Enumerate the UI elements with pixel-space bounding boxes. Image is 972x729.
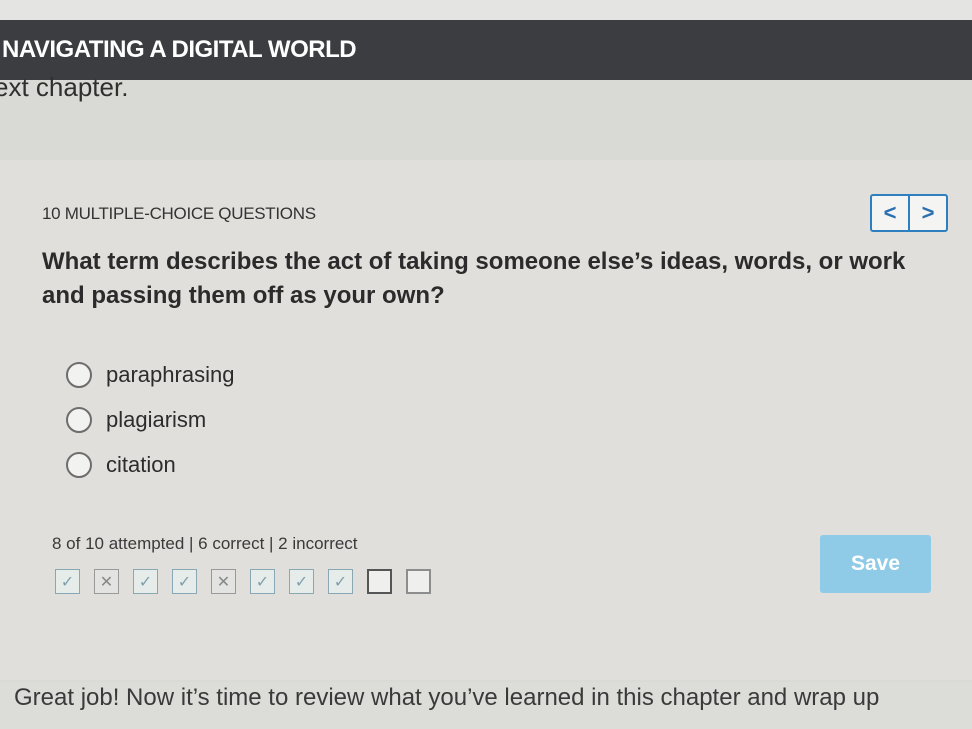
footer-message: Great job! Now it’s time to review what … bbox=[14, 684, 880, 711]
radio-button[interactable] bbox=[66, 361, 92, 388]
chevron-left-icon: < bbox=[883, 200, 897, 225]
top-strip bbox=[0, 0, 972, 22]
progress-box-correct[interactable]: ✓ bbox=[289, 569, 314, 594]
option-plagiarism[interactable]: plagiarism bbox=[66, 397, 234, 442]
chapter-title: NAVIGATING A DIGITAL WORLD bbox=[2, 36, 357, 63]
progress-box-correct[interactable]: ✓ bbox=[172, 569, 197, 594]
progress-box-incorrect[interactable]: ✕ bbox=[94, 569, 119, 594]
radio-button[interactable] bbox=[66, 451, 92, 478]
option-paraphrasing[interactable]: paraphrasing bbox=[66, 352, 234, 397]
question-text: What term describes the act of taking so… bbox=[42, 248, 906, 309]
option-label: paraphrasing bbox=[106, 361, 235, 387]
progress-box-correct[interactable]: ✓ bbox=[133, 569, 158, 594]
radio-button[interactable] bbox=[66, 406, 92, 433]
progress-tracker: ✓ ✕ ✓ ✓ ✕ ✓ ✓ ✓ bbox=[55, 569, 431, 594]
progress-box-correct[interactable]: ✓ bbox=[250, 569, 275, 594]
chapter-header: NAVIGATING A DIGITAL WORLD bbox=[0, 20, 972, 80]
save-button[interactable]: Save bbox=[820, 535, 931, 593]
question-count-label: 10 MULTIPLE-CHOICE QUESTIONS bbox=[42, 204, 316, 223]
progress-box-correct[interactable]: ✓ bbox=[328, 569, 353, 594]
question-nav: < > bbox=[870, 194, 948, 232]
chevron-right-icon: > bbox=[921, 200, 935, 225]
prev-question-button[interactable]: < bbox=[872, 196, 908, 230]
lead-text: ext chapter. bbox=[0, 72, 129, 102]
option-citation[interactable]: citation bbox=[66, 442, 234, 487]
progress-summary: 8 of 10 attempted | 6 correct | 2 incorr… bbox=[52, 534, 358, 553]
progress-box-current[interactable] bbox=[367, 569, 392, 594]
next-question-button[interactable]: > bbox=[908, 196, 946, 230]
option-label: plagiarism bbox=[106, 406, 207, 432]
progress-box-unanswered[interactable] bbox=[406, 569, 431, 594]
option-label: citation bbox=[106, 451, 176, 477]
progress-box-incorrect[interactable]: ✕ bbox=[211, 569, 236, 594]
answer-options: paraphrasing plagiarism citation bbox=[66, 352, 234, 487]
progress-box-correct[interactable]: ✓ bbox=[55, 569, 80, 594]
